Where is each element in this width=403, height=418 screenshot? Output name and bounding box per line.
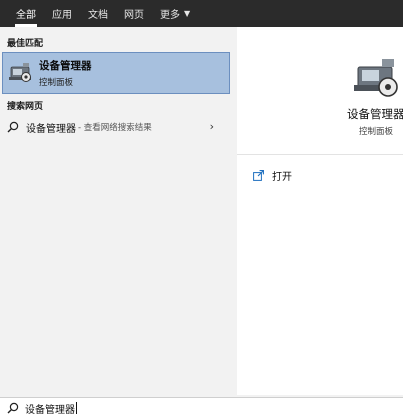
tab-all[interactable]: 全部 bbox=[8, 0, 44, 27]
divider bbox=[237, 154, 403, 155]
search-icon bbox=[7, 402, 19, 414]
chevron-down-icon: ▼ bbox=[184, 9, 191, 18]
chevron-right-icon[interactable]: › bbox=[210, 120, 214, 133]
scope-tabs: 全部 应用 文档 网页 更多 ▼ bbox=[0, 0, 403, 27]
preview-subtitle: 控制面板 bbox=[359, 127, 394, 137]
tab-apps[interactable]: 应用 bbox=[44, 0, 80, 27]
search-box[interactable]: 设备管理器 bbox=[0, 397, 403, 418]
best-match-result[interactable]: 设备管理器 控制面板 bbox=[2, 52, 230, 94]
web-result-term: 设备管理器 bbox=[26, 123, 76, 135]
text-cursor bbox=[76, 402, 77, 414]
open-label: 打开 bbox=[272, 172, 292, 183]
web-search-heading: 搜索网页 bbox=[7, 102, 44, 112]
tab-apps-label: 应用 bbox=[52, 10, 72, 21]
device-manager-icon bbox=[9, 63, 31, 82]
tab-all-label: 全部 bbox=[16, 10, 36, 21]
preview-panel: 设备管理器 控制面板 打开 bbox=[237, 27, 403, 395]
tab-web-label: 网页 bbox=[124, 10, 144, 21]
tab-documents-label: 文档 bbox=[88, 10, 108, 21]
open-window-icon bbox=[253, 170, 264, 181]
best-match-title: 设备管理器 bbox=[39, 60, 92, 72]
preview-title: 设备管理器 bbox=[347, 107, 403, 121]
best-match-subtitle: 控制面板 bbox=[39, 78, 74, 88]
results-panel: 最佳匹配 设备管理器 控制面板 搜索网页 设备管理器 - 查看网络搜索结果 › bbox=[0, 27, 232, 395]
best-match-heading: 最佳匹配 bbox=[7, 39, 44, 49]
tab-more[interactable]: 更多 ▼ bbox=[152, 0, 198, 27]
open-button[interactable]: 打开 bbox=[253, 168, 292, 183]
device-manager-icon bbox=[354, 59, 398, 97]
web-result-description: - 查看网络搜索结果 bbox=[78, 123, 152, 133]
web-search-result[interactable]: 设备管理器 - 查看网络搜索结果 › bbox=[2, 116, 230, 138]
tab-web[interactable]: 网页 bbox=[116, 0, 152, 27]
search-icon bbox=[7, 121, 19, 133]
tab-more-label: 更多 bbox=[160, 10, 180, 21]
tab-documents[interactable]: 文档 bbox=[80, 0, 116, 27]
search-input[interactable]: 设备管理器 bbox=[25, 401, 75, 416]
